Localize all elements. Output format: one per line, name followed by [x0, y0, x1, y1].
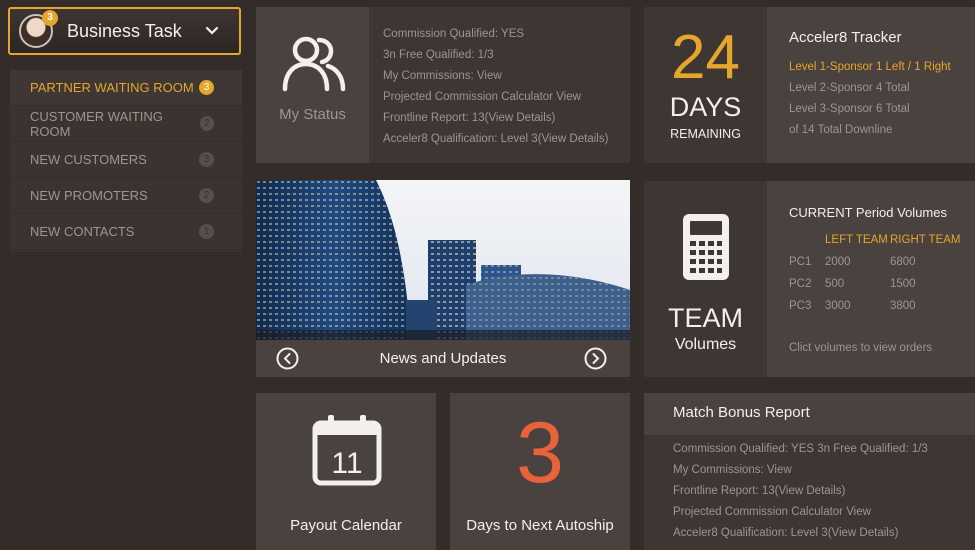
status-my-commissions-link[interactable]: My Commissions: View	[383, 66, 630, 87]
table-row[interactable]: PC2 500 1500	[789, 278, 961, 300]
match-acceler8-qualification-link[interactable]: Acceler8 Qualification: Level 3(View Det…	[673, 523, 975, 544]
menu-item-label: NEW CONTACTS	[30, 224, 135, 239]
calculator-icon	[683, 214, 729, 280]
days-remaining-tile: 24 DAYS REMAINING	[644, 7, 767, 163]
pc-label: PC2	[789, 278, 812, 290]
menu-item-new-promoters[interactable]: NEW PROMOTERS 2	[10, 178, 242, 214]
current-period-volumes: CURRENT Period Volumes LEFT TEAM RIGHT T…	[767, 181, 975, 377]
volumes-footer-link[interactable]: Clict volumes to view orders	[789, 342, 932, 354]
right-volume: 1500	[890, 278, 916, 290]
match-bonus-report: Match Bonus Report Commission Qualified:…	[644, 393, 975, 550]
calendar-icon: 11	[312, 415, 382, 486]
menu-item-label: PARTNER WAITING ROOM	[30, 80, 194, 95]
acceler8-total-downline: of 14 Total Downline	[789, 124, 893, 136]
my-status-label: My Status	[279, 106, 346, 123]
menu-item-count: 3	[199, 152, 214, 167]
autoship-tile[interactable]: 3 Days to Next Autoship	[450, 393, 630, 550]
left-volume: 2000	[825, 256, 851, 268]
days-word: DAYS	[669, 92, 742, 122]
calendar-day: 11	[331, 447, 362, 480]
news-title: News and Updates	[256, 340, 630, 377]
acceler8-title: Acceler8 Tracker	[789, 29, 902, 46]
menu-item-partner-waiting-room[interactable]: PARTNER WAITING ROOM 3	[10, 70, 242, 106]
menu-item-customer-waiting-room[interactable]: CUSTOMER WAITING ROOM 2	[10, 106, 242, 142]
volumes-word: Volumes	[674, 336, 737, 353]
task-count-badge: 3	[42, 10, 58, 26]
left-team-header: LEFT TEAM	[825, 234, 888, 246]
team-volumes-tile[interactable]: TEAM Volumes	[644, 181, 767, 377]
autoship-days-number: 3	[516, 405, 564, 501]
chevron-left-icon[interactable]	[276, 347, 299, 370]
menu-item-count: 2	[199, 188, 214, 203]
acceler8-tracker: Acceler8 Tracker Level 1-Sponsor 1 Left …	[767, 7, 975, 163]
pc-label: PC3	[789, 300, 812, 312]
my-status-tile[interactable]: My Status	[256, 7, 369, 163]
left-volume: 500	[825, 278, 845, 290]
news-image	[256, 180, 630, 340]
volumes-table: LEFT TEAM RIGHT TEAM PC1 2000 6800 PC2 5…	[789, 234, 961, 322]
user-avatar: 3	[19, 10, 58, 48]
pc-label: PC1	[789, 256, 812, 268]
right-volume: 3800	[890, 300, 916, 312]
match-bonus-title: Match Bonus Report	[644, 393, 975, 435]
payout-calendar-tile[interactable]: 11 Payout Calendar	[256, 393, 436, 550]
acceler8-level-1: Level 1-Sponsor 1 Left / 1 Right	[789, 61, 951, 73]
menu-item-count: 2	[199, 116, 214, 131]
match-qualified-line: Commission Qualified: YES 3n Free Qualif…	[673, 443, 928, 455]
left-volume: 3000	[825, 300, 851, 312]
menu-item-new-contacts[interactable]: NEW CONTACTS 1	[10, 214, 242, 250]
right-volume: 6800	[890, 256, 916, 268]
days-remaining-number: 24	[671, 23, 740, 92]
business-task-title: Business Task	[67, 20, 182, 41]
status-acceler8-qualification-link[interactable]: Acceler8 Qualification: Level 3(View Det…	[383, 129, 630, 150]
status-frontline-report-link[interactable]: Frontline Report: 13(View Details)	[383, 108, 630, 129]
match-frontline-report-link[interactable]: Frontline Report: 13(View Details)	[673, 481, 975, 502]
match-commission-calculator-link[interactable]: Projected Commission Calculator View	[673, 502, 975, 523]
status-commission-qualified: Commission Qualified: YES	[383, 28, 525, 40]
menu-item-label: NEW PROMOTERS	[30, 188, 148, 203]
menu-item-count: 3	[199, 80, 214, 95]
menu-item-label: NEW CUSTOMERS	[30, 152, 147, 167]
team-word: TEAM	[667, 303, 743, 333]
chevron-right-icon[interactable]	[584, 347, 607, 370]
remaining-word: REMAINING	[670, 127, 741, 141]
status-commission-calculator-link[interactable]: Projected Commission Calculator View	[383, 87, 630, 108]
users-icon	[282, 36, 346, 92]
autoship-label: Days to Next Autoship	[466, 517, 614, 534]
task-menu: PARTNER WAITING ROOM 3 CUSTOMER WAITING …	[10, 70, 242, 252]
business-task-dropdown[interactable]: 3 Business Task	[8, 7, 241, 55]
news-carousel: News and Updates	[256, 180, 630, 377]
table-row[interactable]: PC1 2000 6800	[789, 256, 961, 278]
chevron-down-icon	[205, 26, 219, 35]
menu-item-new-customers[interactable]: NEW CUSTOMERS 3	[10, 142, 242, 178]
match-my-commissions-link[interactable]: My Commissions: View	[673, 460, 975, 481]
right-team-header: RIGHT TEAM	[890, 234, 961, 246]
my-status-details: Commission Qualified: YES 3n Free Qualif…	[369, 7, 630, 163]
menu-item-label: CUSTOMER WAITING ROOM	[30, 108, 163, 139]
acceler8-level-3: Level 3-Sponsor 6 Total	[789, 103, 910, 115]
acceler8-level-2: Level 2-Sponsor 4 Total	[789, 82, 910, 94]
status-3n-free-qualified: 3n Free Qualified: 1/3	[383, 49, 494, 61]
payout-calendar-label: Payout Calendar	[290, 517, 402, 534]
table-row[interactable]: PC3 3000 3800	[789, 300, 961, 322]
volumes-title: CURRENT Period Volumes	[789, 205, 947, 220]
menu-item-count: 1	[199, 224, 214, 239]
